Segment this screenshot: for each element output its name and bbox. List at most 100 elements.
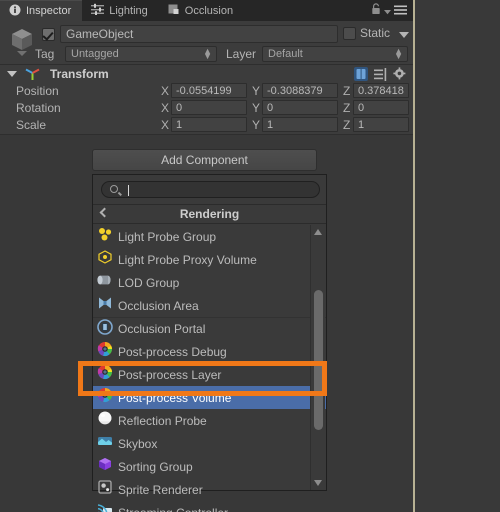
list-item-label: Post-process Layer — [118, 367, 222, 382]
gameobject-header: GameObject Static Tag Untagged ▲ ▼ Layer … — [0, 21, 413, 65]
list-item[interactable]: Occlusion Area — [93, 294, 326, 317]
tab-occlusion-label: Occlusion — [184, 4, 234, 17]
light-probe-group-icon — [97, 226, 113, 247]
list-item[interactable]: Sprite Renderer — [93, 478, 326, 501]
static-label: Static — [360, 26, 391, 40]
transform-row-rotation: Rotation X 0 Y 0 Z 0 — [0, 100, 413, 117]
component-list[interactable]: Light Probe Group Light Probe Proxy Volu… — [93, 225, 326, 512]
tag-value: Untagged — [71, 48, 119, 60]
list-item[interactable]: Skybox — [93, 432, 326, 455]
gameobject-enabled-checkbox[interactable] — [42, 28, 55, 41]
add-component-popup: Rendering Light Probe Group Light Probe … — [92, 174, 327, 512]
transform-title: Transform — [50, 67, 109, 81]
tab-lighting-label: Lighting — [109, 4, 148, 17]
scroll-down-arrow-icon[interactable] — [314, 480, 322, 486]
list-item[interactable]: Occlusion Portal — [93, 317, 326, 340]
list-item-label: Reflection Probe — [118, 413, 207, 428]
search-icon — [110, 185, 118, 193]
info-icon — [9, 4, 21, 19]
position-axis-z-label: Z — [343, 84, 351, 98]
list-item[interactable]: LOD Group — [93, 271, 326, 294]
list-item[interactable]: Sorting Group — [93, 455, 326, 478]
unity-editor-screenshot: Inspector Lighting Occlusion GameObject … — [0, 0, 500, 512]
scroll-up-arrow-icon[interactable] — [314, 229, 322, 235]
tab-inspector[interactable]: Inspector — [0, 0, 83, 21]
tag-dropdown[interactable]: Untagged ▲ ▼ — [65, 46, 217, 62]
list-item-label: Streaming Controller — [118, 506, 228, 512]
list-item-label: LOD Group — [118, 275, 180, 290]
menu-icon[interactable] — [394, 2, 407, 20]
group-title: Rendering — [179, 207, 240, 221]
skybox-icon — [97, 433, 113, 454]
list-item-label: Light Probe Group — [118, 229, 217, 244]
transform-component: Transform Position X -0.0554199 Y -0.308… — [0, 65, 413, 135]
component-list-scrollbar[interactable] — [310, 225, 325, 490]
list-item-label: Sorting Group — [118, 459, 193, 474]
group-header-rendering: Rendering — [93, 204, 326, 224]
list-item[interactable]: Post-process Layer — [93, 363, 326, 386]
rotation-z-input[interactable]: 0 — [353, 100, 409, 115]
occlusion-area-icon — [97, 295, 113, 316]
layer-spinner-icon: ▲ ▼ — [394, 46, 403, 61]
inspector-panel: Inspector Lighting Occlusion GameObject … — [0, 0, 413, 512]
layer-dropdown[interactable]: Default ▲ ▼ — [262, 46, 408, 62]
text-caret — [128, 185, 129, 196]
list-item[interactable]: Light Probe Proxy Volume — [93, 248, 326, 271]
list-item-label: Sprite Renderer — [118, 482, 203, 497]
layer-label: Layer — [226, 47, 257, 61]
add-component-button[interactable]: Add Component — [92, 149, 317, 171]
scale-x-input[interactable]: 1 — [171, 117, 247, 132]
rotation-axis-z-label: Z — [343, 101, 351, 115]
position-axis-x-label: X — [161, 84, 170, 98]
lighting-icon — [91, 3, 105, 18]
list-item-post-process-volume[interactable]: Post-process Volume — [93, 386, 326, 409]
list-item[interactable]: Reflection Probe — [93, 409, 326, 432]
tab-lighting[interactable]: Lighting — [82, 0, 159, 21]
tab-occlusion[interactable]: Occlusion — [159, 0, 244, 21]
list-item[interactable]: Light Probe Group — [93, 225, 326, 248]
post-process-icon — [97, 341, 113, 362]
position-y-input[interactable]: -0.3088379 — [262, 83, 338, 98]
position-label: Position — [16, 84, 59, 98]
position-z-input[interactable]: 0.378418 — [353, 83, 409, 98]
list-item-label: Occlusion Area — [118, 298, 199, 313]
scale-label: Scale — [16, 118, 47, 132]
scrollbar-thumb[interactable] — [314, 290, 323, 430]
lod-group-icon — [97, 272, 113, 293]
rotation-axis-x-label: X — [161, 101, 170, 115]
rotation-label: Rotation — [16, 101, 61, 115]
rotation-axis-y-label: Y — [252, 101, 261, 115]
lock-icon[interactable] — [371, 2, 381, 20]
sprite-renderer-icon — [97, 479, 113, 500]
tab-bar-controls — [371, 0, 407, 21]
static-dropdown-arrow-icon[interactable] — [399, 32, 409, 38]
reflection-probe-icon — [97, 410, 113, 431]
sorting-group-icon — [97, 456, 113, 477]
scale-z-input[interactable]: 1 — [353, 117, 409, 132]
list-item[interactable]: Post-process Debug — [93, 340, 326, 363]
light-probe-proxy-icon — [97, 249, 113, 270]
streaming-controller-icon — [97, 502, 113, 512]
panel-divider — [413, 0, 415, 512]
position-axis-y-label: Y — [252, 84, 261, 98]
tag-label: Tag — [35, 47, 55, 61]
list-item-label: Skybox — [118, 436, 158, 451]
search-input[interactable] — [101, 181, 320, 198]
occlusion-portal-icon — [97, 318, 113, 340]
rotation-x-input[interactable]: 0 — [171, 100, 247, 115]
list-item-label: Post-process Volume — [118, 390, 232, 405]
gameobject-cube-icon — [8, 26, 36, 63]
scale-axis-x-label: X — [161, 118, 170, 132]
chevron-down-icon[interactable] — [384, 2, 391, 20]
rotation-y-input[interactable]: 0 — [262, 100, 338, 115]
scale-y-input[interactable]: 1 — [262, 117, 338, 132]
position-x-input[interactable]: -0.0554199 — [171, 83, 247, 98]
list-item-label: Light Probe Proxy Volume — [118, 252, 257, 267]
list-item[interactable]: Streaming Controller — [93, 501, 326, 512]
list-item-label: Occlusion Portal — [118, 322, 206, 336]
transform-header[interactable]: Transform — [0, 65, 413, 83]
scale-axis-y-label: Y — [252, 118, 261, 132]
transform-foldout-icon[interactable] — [7, 71, 17, 77]
static-checkbox[interactable] — [343, 27, 356, 40]
gameobject-name-input[interactable]: GameObject — [60, 25, 338, 43]
